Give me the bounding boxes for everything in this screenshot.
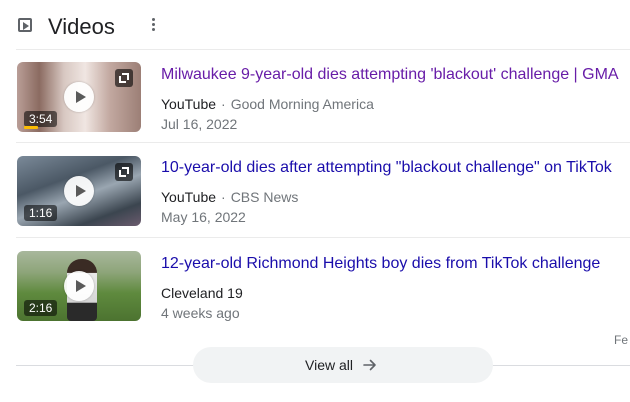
play-box-icon (18, 18, 32, 32)
feedback-link[interactable]: Fe (614, 333, 628, 347)
play-icon (64, 82, 94, 112)
video-source: YouTube · CBS News (161, 188, 298, 206)
video-thumbnail[interactable]: 2:16 (17, 251, 141, 321)
view-all-label: View all (305, 357, 353, 373)
videos-header: Videos (0, 0, 630, 50)
video-channel: CBS News (230, 189, 299, 205)
expand-icon[interactable] (115, 69, 133, 87)
video-platform: YouTube (161, 189, 217, 205)
video-platform: YouTube (161, 96, 217, 112)
preview-indicator (24, 126, 38, 129)
video-result: 3:54 Milwaukee 9-year-old dies attemptin… (0, 50, 630, 145)
duration-badge: 1:16 (24, 205, 58, 221)
video-source: YouTube · Good Morning America (161, 95, 374, 113)
video-title-link[interactable]: 12-year-old Richmond Heights boy dies fr… (161, 254, 600, 274)
play-icon (64, 271, 94, 301)
expand-icon[interactable] (115, 163, 133, 181)
arrow-right-icon (363, 359, 376, 371)
video-result: 2:16 12-year-old Richmond Heights boy di… (0, 238, 630, 333)
section-title: Videos (48, 14, 115, 39)
video-title-link[interactable]: 10-year-old dies after attempting "black… (161, 158, 612, 178)
video-source: Cleveland 19 (161, 284, 243, 302)
video-thumbnail[interactable]: 3:54 (17, 62, 141, 132)
play-icon (64, 176, 94, 206)
video-thumbnail[interactable]: 1:16 (17, 156, 141, 226)
separator-dot: · (221, 189, 226, 205)
separator-dot: · (221, 96, 226, 112)
more-vert-icon[interactable] (145, 16, 161, 34)
video-title-link[interactable]: Milwaukee 9-year-old dies attempting 'bl… (161, 65, 619, 85)
duration-badge: 3:54 (24, 111, 58, 127)
view-all-button[interactable]: View all (193, 347, 493, 383)
video-channel: Good Morning America (230, 96, 374, 112)
duration-badge: 2:16 (24, 300, 58, 316)
video-date: Jul 16, 2022 (161, 116, 238, 132)
video-date: 4 weeks ago (161, 305, 240, 321)
video-result: 1:16 10-year-old dies after attempting "… (0, 143, 630, 238)
video-platform: Cleveland 19 (161, 285, 243, 301)
video-date: May 16, 2022 (161, 209, 246, 225)
